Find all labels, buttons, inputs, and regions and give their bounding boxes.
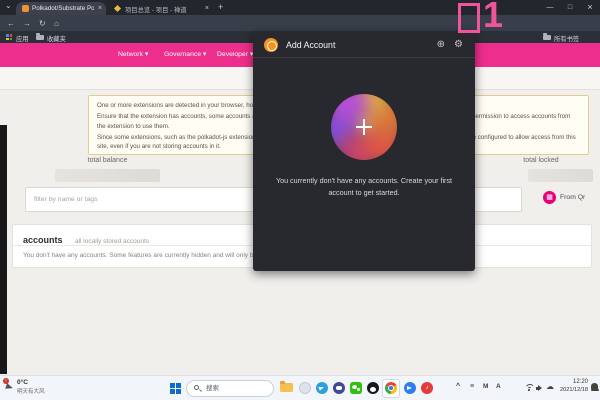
bookmark-apps-label[interactable]: 应用 (16, 34, 29, 43)
app-blue-icon[interactable] (404, 382, 416, 394)
search-input[interactable] (206, 381, 271, 396)
tab-close-icon[interactable]: × (98, 5, 102, 12)
tray-expand-icon[interactable]: ^ (456, 383, 460, 390)
tab-zentao[interactable]: 项目总览 - 项目 - 禅道 × (109, 2, 213, 15)
tab-title: 项目总览 - 项目 - 禅道 (125, 5, 197, 14)
app-gray-icon[interactable] (299, 382, 311, 394)
popup-empty-text: You currently don't have any accounts. C… (269, 175, 459, 199)
folder-icon (36, 35, 44, 41)
caret-down-icon: ▾ (145, 51, 148, 58)
bookmark-favorites-label[interactable]: 收藏夹 (47, 34, 66, 43)
taskbar-search[interactable] (186, 380, 274, 397)
menu-label: Governance (164, 51, 201, 58)
menu-governance[interactable]: Governance ▾ (164, 43, 206, 67)
qq-icon[interactable] (367, 382, 379, 394)
apps-grid-icon[interactable] (6, 34, 12, 40)
wifi-icon[interactable] (524, 384, 534, 392)
telegram-icon[interactable] (316, 382, 328, 394)
wechat-icon[interactable] (350, 382, 362, 394)
clock-date[interactable]: 2021/12/18 (550, 387, 588, 393)
window-close-icon[interactable]: × (582, 1, 598, 14)
annotation-highlight-box (458, 3, 480, 33)
window-minimize-icon[interactable]: — (542, 1, 558, 14)
tray-app-m-icon[interactable]: M (483, 383, 488, 390)
screen: ⌄ Polkadot/Substrate Portal × 项目总览 - 项目 … (0, 0, 600, 400)
forward-icon[interactable]: → (23, 19, 31, 28)
total-balance-skeleton (55, 169, 160, 182)
polkadot-logo-icon (264, 38, 278, 52)
qr-icon[interactable]: ▦ (543, 191, 556, 204)
home-icon[interactable]: ⌂ (54, 19, 59, 28)
window-maximize-icon[interactable]: □ (562, 1, 578, 14)
menu-label: Network (118, 51, 143, 58)
menu-label: Developer (217, 51, 248, 58)
add-account-icon[interactable]: ⊕ (437, 39, 445, 50)
tray-ime-icon[interactable]: A (496, 383, 501, 390)
weather-temp[interactable]: 0°C (17, 379, 28, 386)
popup-title: Add Account (286, 40, 335, 50)
app-red-icon[interactable]: ♪ (421, 382, 433, 394)
weather-icon[interactable] (5, 383, 14, 391)
start-button[interactable] (170, 383, 181, 394)
plus-icon[interactable] (363, 119, 365, 135)
tab-close-icon[interactable]: × (205, 5, 209, 12)
zentao-favicon (114, 5, 121, 12)
window-edge (0, 125, 7, 374)
total-locked-skeleton (528, 169, 593, 182)
caret-down-icon: ▾ (203, 51, 206, 58)
all-bookmarks-label[interactable]: 所有书签 (554, 34, 579, 43)
total-balance-label: total balance (55, 157, 160, 164)
file-explorer-icon[interactable] (280, 383, 293, 392)
from-qr-button[interactable]: From Qr (560, 194, 585, 201)
notification-bell-icon[interactable] (591, 383, 598, 389)
total-locked-label: total locked (489, 157, 593, 164)
weather-desc[interactable]: 明天有大风 (17, 387, 45, 395)
search-icon (194, 385, 199, 390)
menu-network[interactable]: Network ▾ (118, 43, 148, 67)
tab-title: Polkadot/Substrate Portal (32, 5, 94, 12)
settings-gear-icon[interactable]: ⚙ (454, 39, 463, 50)
menu-developer[interactable]: Developer ▾ (217, 43, 253, 67)
popup-header: Add Account ⊕ ⚙ (253, 31, 475, 58)
extension-popup: Add Account ⊕ ⚙ You currently don't have… (253, 31, 475, 271)
tab-polkadot-portal[interactable]: Polkadot/Substrate Portal × (16, 2, 106, 15)
annotation-step-number: 1 (483, 0, 503, 36)
chrome-icon[interactable] (385, 382, 397, 394)
taskbar: ! 0°C 明天有大风 ♪ ^ ≡ M A (0, 375, 600, 400)
tabs-dropdown-icon[interactable]: ⌄ (5, 2, 12, 10)
accounts-title: accounts (23, 235, 63, 245)
accounts-subtitle: all locally stored accounts (75, 238, 149, 245)
new-tab-icon[interactable]: + (218, 3, 223, 12)
tab-strip: ⌄ Polkadot/Substrate Portal × 项目总览 - 项目 … (0, 0, 600, 15)
weather-alert-badge: ! (3, 378, 9, 384)
discord-icon[interactable] (333, 382, 345, 394)
all-bookmarks-folder-icon (543, 35, 551, 41)
reload-icon[interactable]: ↻ (39, 19, 46, 28)
browser-toolbar: ← → ↻ ⌂ polkadot.js.org/apps/#/accounts … (0, 15, 600, 31)
volume-icon[interactable] (536, 384, 544, 392)
clock-time[interactable]: 12:20 (550, 379, 588, 385)
back-icon[interactable]: ← (7, 19, 15, 28)
tray-lines-icon[interactable]: ≡ (470, 383, 474, 390)
polkadot-favicon (22, 5, 29, 12)
